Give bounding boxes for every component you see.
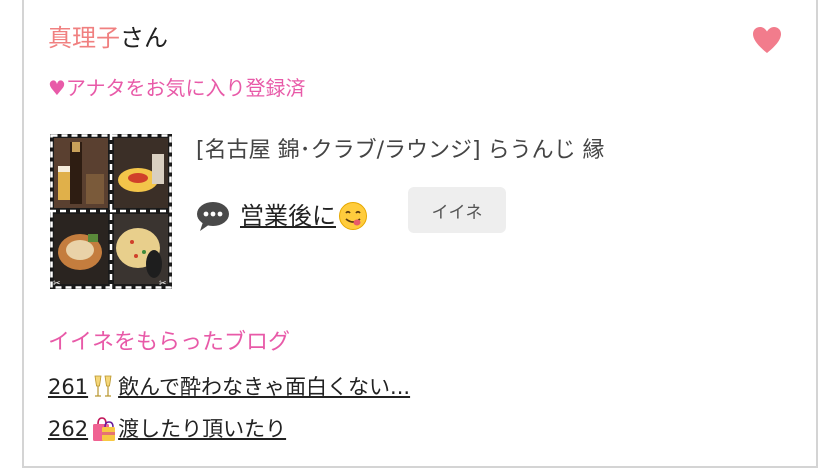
blog-title: 飲んで酔わなきゃ面白くない... — [118, 375, 411, 399]
blog-title: 渡したり頂いたり — [118, 417, 287, 441]
shop-label: [名古屋 錦･クラブ/ラウンジ] らうんじ 縁 — [196, 138, 605, 163]
post-title-link[interactable]: 営業後に — [240, 200, 336, 232]
member-name-row: 真理子さん — [48, 20, 168, 56]
svg-text:✂: ✂ — [53, 279, 61, 289]
favorite-heart-button[interactable] — [751, 24, 783, 56]
champagne-glasses-icon — [94, 375, 112, 397]
member-name[interactable]: 真理子 — [48, 24, 120, 52]
favorite-status-text: ♥アナタをお気に入り登録済 — [48, 76, 306, 100]
member-honorific: さん — [120, 24, 168, 52]
svg-text:✂: ✂ — [159, 279, 167, 289]
liked-blog-link-262[interactable]: 262 渡したり頂いたり — [48, 414, 286, 444]
post-title-row: 営業後に — [196, 196, 368, 236]
liked-blog-link-261[interactable]: 261 飲んで酔わなきゃ面白くない... — [48, 372, 410, 402]
shopping-bags-icon — [93, 417, 116, 441]
post-thumbnail[interactable]: ✂ ✂ — [50, 134, 172, 289]
liked-blogs-heading: イイネをもらったブログ — [48, 330, 291, 355]
iine-button[interactable]: イイネ — [408, 187, 506, 233]
speech-bubble-icon — [197, 202, 229, 231]
blog-number: 262 — [48, 417, 89, 441]
blog-number: 261 — [48, 375, 89, 399]
member-card: 真理子さん ♥アナタをお気に入り登録済 ✂ ✂ [名古屋 錦･クラブ/ラウンジ]… — [22, 0, 818, 468]
yummy-face-emoji-icon — [339, 202, 367, 230]
heart-icon — [753, 27, 781, 53]
